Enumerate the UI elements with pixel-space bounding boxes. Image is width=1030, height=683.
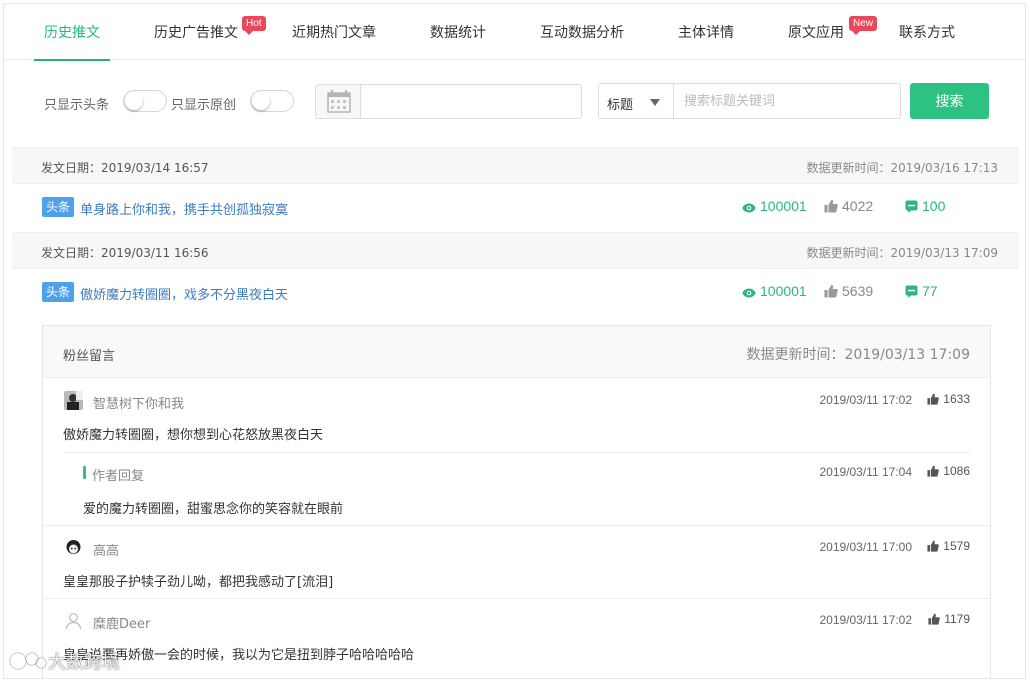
publish-date: 发文日期：2019/03/11 16:56 [41, 246, 209, 260]
comments-stat: 77 [905, 283, 938, 299]
comment-time: 2019/03/11 17:00 [819, 540, 912, 554]
watermark-text: 大数跨境 [48, 652, 120, 673]
panel-updated-time: 数据更新时间：2019/03/13 17:09 [746, 347, 971, 363]
comment-likes[interactable]: 1579 [927, 539, 970, 553]
data-updated-time: 数据更新时间：2019/03/13 17:09 [806, 246, 998, 260]
fan-comments-panel: 粉丝留言 数据更新时间：2019/03/13 17:09 智慧树下你和我 201… [42, 325, 991, 678]
avatar [64, 391, 83, 410]
article-row: 头条 傲娇魔力转圈圈，戏多不分黑夜白天 100001 5639 77 [12, 269, 1019, 316]
tab-history-posts[interactable]: 历史推文 [34, 4, 110, 61]
search-button[interactable]: 搜索 [910, 83, 989, 119]
author-reply-item: 作者回复 2019/03/11 17:04 1086 爱的魔力转圈圈，甜蜜思念你… [43, 453, 990, 525]
likes-stat: 4022 [824, 198, 873, 214]
comment-time: 2019/03/11 17:02 [819, 393, 912, 407]
tab-entity-details[interactable]: 主体详情 [678, 4, 734, 60]
eye-icon [742, 203, 756, 213]
publish-date: 发文日期：2019/03/14 16:57 [41, 161, 209, 175]
thumbs-up-icon [928, 613, 940, 625]
hot-badge: Hot [242, 16, 266, 35]
thumbs-up-icon [824, 284, 838, 298]
comment-time: 2019/03/11 17:04 [819, 465, 912, 479]
only-headline-toggle[interactable] [123, 90, 167, 112]
thumbs-up-icon [927, 393, 940, 405]
comment-username: 高高 [93, 544, 120, 559]
thumbs-up-icon [927, 540, 940, 552]
only-headline-label: 只显示头条 [44, 98, 110, 113]
tab-recent-hot-articles[interactable]: 近期热门文章 [292, 4, 376, 60]
watermark-logo-icon [9, 652, 47, 670]
comment-likes[interactable]: 1086 [927, 464, 970, 478]
likes-count: 5639 [842, 283, 874, 299]
comment-item: 智慧树下你和我 2019/03/11 17:02 1633 傲娇魔力转圈圈，想你… [43, 379, 990, 452]
comment-likes-count: 1633 [943, 392, 970, 406]
likes-stat: 5639 [824, 283, 873, 299]
tab-history-ad-posts[interactable]: 历史广告推文 [154, 4, 238, 60]
comments-stat: 100 [905, 198, 945, 214]
tab-contact[interactable]: 联系方式 [899, 4, 955, 60]
panel-title: 粉丝留言 [63, 349, 116, 364]
comment-time: 2019/03/11 17:02 [819, 613, 912, 627]
article-date-row: 发文日期：2019/03/14 16:57 数据更新时间：2019/03/16 … [12, 147, 1019, 184]
toggle-knob [125, 92, 143, 110]
views-count: 100001 [760, 198, 807, 214]
headline-tag: 头条 [42, 282, 75, 302]
search-input[interactable] [673, 83, 901, 119]
comment-text: 爱的魔力转圈圈，甜蜜思念你的笑容就在眼前 [83, 502, 344, 517]
panel-header: 粉丝留言 数据更新时间：2019/03/13 17:09 [43, 326, 990, 378]
only-original-label: 只显示原创 [171, 98, 237, 113]
reply-marker [83, 466, 86, 479]
date-range-input[interactable] [315, 84, 582, 119]
article-date-row: 发文日期：2019/03/11 16:56 数据更新时间：2019/03/13 … [12, 232, 1019, 269]
tab-data-statistics[interactable]: 数据统计 [430, 4, 486, 60]
data-updated-time: 数据更新时间：2019/03/16 17:13 [806, 161, 998, 175]
comment-username: 智慧树下你和我 [93, 397, 185, 412]
views-stat: 100001 [742, 283, 807, 299]
article-title-link[interactable]: 傲娇魔力转圈圈，戏多不分黑夜白天 [80, 284, 288, 303]
filter-bar: 只显示头条 只显示原创 标题 搜索 [4, 61, 1025, 147]
comments-count: 77 [922, 283, 938, 299]
views-count: 100001 [760, 283, 807, 299]
comment-likes[interactable]: 1179 [928, 612, 970, 626]
comment-item: 高高 2019/03/11 17:00 1579 皇皇那股子护犊子劲儿呦，都把我… [43, 526, 990, 599]
headline-tag: 头条 [42, 197, 75, 217]
tab-bar: 历史推文 历史广告推文 Hot 近期热门文章 数据统计 互动数据分析 主体详情 … [4, 4, 1025, 61]
toggle-knob [252, 92, 270, 110]
tab-original-apps[interactable]: 原文应用 [788, 4, 844, 60]
eye-icon [742, 288, 756, 298]
comment-likes[interactable]: 1633 [927, 392, 970, 406]
thumbs-up-icon [927, 465, 940, 477]
new-badge: New [849, 16, 878, 35]
only-original-toggle[interactable] [250, 90, 294, 112]
comment-likes-count: 1086 [943, 464, 970, 478]
comment-text: 皇皇那股子护犊子劲儿呦，都把我感动了[流泪] [63, 575, 334, 590]
avatar [64, 611, 83, 630]
thumbs-up-icon [824, 199, 838, 213]
reply-author-label: 作者回复 [92, 469, 145, 484]
comment-icon [905, 200, 918, 213]
comments-count: 100 [922, 198, 946, 214]
comment-username: 糜鹿Deer [93, 617, 151, 632]
caret-down-icon [650, 99, 660, 106]
article-title-link[interactable]: 单身路上你和我，携手共创孤独寂寞 [80, 199, 288, 218]
select-value: 标题 [607, 98, 634, 113]
calendar-icon[interactable] [316, 85, 361, 118]
comment-likes-count: 1579 [943, 539, 970, 553]
likes-count: 4022 [842, 198, 874, 214]
app-frame: 历史推文 历史广告推文 Hot 近期热门文章 数据统计 互动数据分析 主体详情 … [3, 3, 1026, 679]
comment-likes-count: 1179 [944, 612, 970, 626]
watermark: 大数跨境 [8, 648, 120, 674]
avatar [64, 538, 83, 557]
search-field-select[interactable]: 标题 [598, 83, 673, 119]
comment-icon [905, 285, 918, 298]
views-stat: 100001 [742, 198, 807, 214]
article-row: 头条 单身路上你和我，携手共创孤独寂寞 100001 4022 100 [12, 184, 1019, 231]
comment-text: 傲娇魔力转圈圈，想你想到心花怒放黑夜白天 [63, 428, 324, 443]
tab-interaction-analysis[interactable]: 互动数据分析 [540, 4, 624, 60]
comment-item: 糜鹿Deer 2019/03/11 17:02 1179 皇皇说要再娇傲一会的时… [43, 599, 990, 678]
